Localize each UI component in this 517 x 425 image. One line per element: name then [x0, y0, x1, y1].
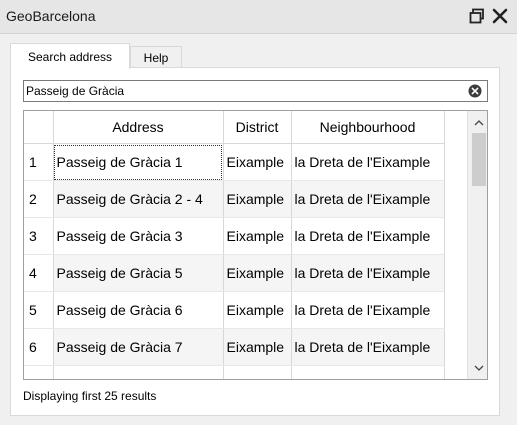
cell-district[interactable]: Eixample — [223, 180, 292, 218]
cell-neighbourhood[interactable]: la Dreta de l'Eixample — [291, 180, 445, 218]
table-row[interactable]: 7 Passeig de Gràcia 8 - 10 Eixample la D… — [24, 365, 445, 379]
cell-address[interactable]: Passeig de Gràcia 6 — [53, 291, 224, 329]
row-number: 7 — [24, 365, 54, 379]
tab-search-address[interactable]: Search address — [10, 43, 130, 69]
status-text: Displaying first 25 results — [23, 389, 157, 403]
table-row[interactable]: 3 Passeig de Gràcia 3 Eixample la Dreta … — [24, 217, 445, 255]
header-neighbourhood[interactable]: Neighbourhood — [291, 111, 445, 144]
close-icon[interactable] — [491, 7, 509, 25]
row-number: 6 — [24, 328, 54, 366]
cell-district[interactable]: Eixample — [223, 143, 292, 181]
cell-address[interactable]: Passeig de Gràcia 2 - 4 — [53, 180, 224, 218]
row-number: 1 — [24, 143, 54, 181]
cell-neighbourhood[interactable]: la Dreta de l'Eixample — [291, 328, 445, 366]
row-number: 4 — [24, 254, 54, 292]
cell-district[interactable]: Eixample — [223, 365, 292, 379]
header-corner — [24, 111, 54, 144]
row-number: 3 — [24, 217, 54, 255]
cell-district[interactable]: Eixample — [223, 291, 292, 329]
cell-address[interactable]: Passeig de Gràcia 1 — [53, 143, 224, 181]
cell-neighbourhood[interactable]: la Dreta de l'Eixample — [291, 143, 445, 181]
vertical-scrollbar[interactable] — [467, 111, 487, 379]
cell-address[interactable]: Passeig de Gràcia 3 — [53, 217, 224, 255]
table-row[interactable]: 5 Passeig de Gràcia 6 Eixample la Dreta … — [24, 291, 445, 329]
cell-district[interactable]: Eixample — [223, 217, 292, 255]
cell-district[interactable]: Eixample — [223, 254, 292, 292]
cell-neighbourhood[interactable]: la Dreta de l'Eixample — [291, 291, 445, 329]
cell-neighbourhood[interactable]: la Dreta de l'Eixample — [291, 365, 445, 379]
row-number: 5 — [24, 291, 54, 329]
scrollbar-thumb[interactable] — [472, 133, 486, 186]
header-address[interactable]: Address — [53, 111, 224, 144]
table-row[interactable]: 1 Passeig de Gràcia 1 Eixample la Dreta … — [24, 143, 445, 181]
results-table: Address District Neighbourhood 1 Passeig… — [23, 110, 488, 380]
clear-icon[interactable] — [468, 84, 482, 98]
cell-address[interactable]: Passeig de Gràcia 7 — [53, 328, 224, 366]
title-bar: GeoBarcelona — [0, 0, 517, 34]
cell-neighbourhood[interactable]: la Dreta de l'Eixample — [291, 217, 445, 255]
window-title: GeoBarcelona — [6, 8, 96, 24]
cell-district[interactable]: Eixample — [223, 328, 292, 366]
scroll-down-icon[interactable] — [468, 359, 487, 377]
tab-help[interactable]: Help — [130, 46, 182, 68]
search-field[interactable] — [23, 80, 488, 102]
cell-neighbourhood[interactable]: la Dreta de l'Eixample — [291, 254, 445, 292]
cell-address[interactable]: Passeig de Gràcia 5 — [53, 254, 224, 292]
restore-window-icon[interactable] — [468, 7, 486, 25]
search-input[interactable] — [26, 83, 456, 99]
cell-address[interactable]: Passeig de Gràcia 8 - 10 — [53, 365, 224, 379]
table-row[interactable]: 4 Passeig de Gràcia 5 Eixample la Dreta … — [24, 254, 445, 292]
table-row[interactable]: 2 Passeig de Gràcia 2 - 4 Eixample la Dr… — [24, 180, 445, 218]
scroll-up-icon[interactable] — [468, 113, 487, 131]
header-district[interactable]: District — [223, 111, 292, 144]
row-number: 2 — [24, 180, 54, 218]
table-header-row: Address District Neighbourhood — [24, 111, 445, 144]
table-row[interactable]: 6 Passeig de Gràcia 7 Eixample la Dreta … — [24, 328, 445, 366]
